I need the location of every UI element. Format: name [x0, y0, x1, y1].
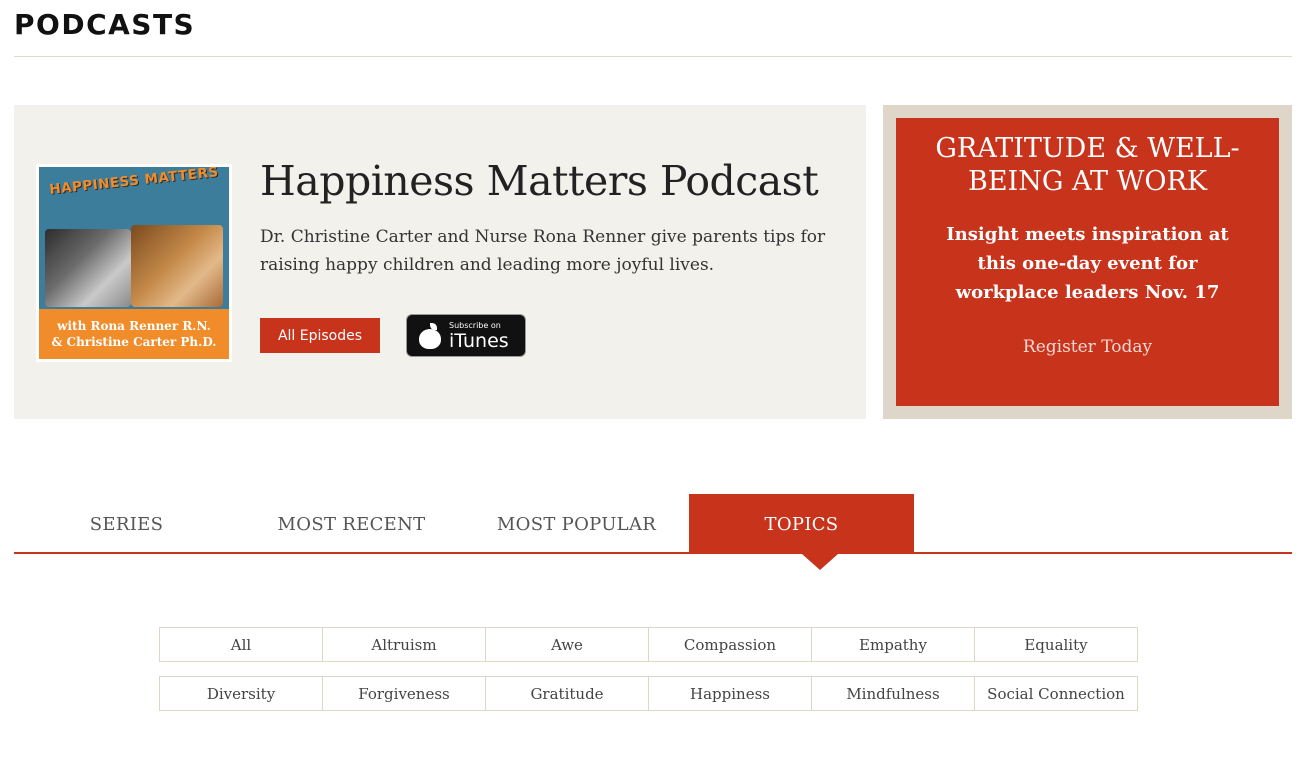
topic-row: Diversity Forgiveness Gratitude Happines…: [159, 676, 1143, 711]
topic-equality[interactable]: Equality: [974, 627, 1138, 662]
cover-credit-line-1: with Rona Renner R.N.: [57, 319, 211, 333]
topic-social-connection[interactable]: Social Connection: [974, 676, 1138, 711]
cover-credit-line-2: & Christine Carter Ph.D.: [51, 335, 217, 349]
topic-row: All Altruism Awe Compassion Empathy Equa…: [159, 627, 1143, 662]
podcast-card: HAPPINESS MATTERS with Rona Renner R.N. …: [14, 105, 866, 419]
podcast-tabs: SERIES MOST RECENT MOST POPULAR TOPICS: [14, 494, 1292, 570]
event-promo-panel: GRATITUDE & WELL-BEING AT WORK Insight m…: [896, 118, 1279, 406]
tab-most-popular[interactable]: MOST POPULAR: [464, 494, 689, 554]
cover-photo-host-1: [45, 229, 131, 307]
cover-photo-host-2: [131, 225, 223, 307]
all-episodes-button[interactable]: All Episodes: [260, 318, 380, 353]
tab-topics[interactable]: TOPICS: [689, 494, 914, 554]
topic-grid: All Altruism Awe Compassion Empathy Equa…: [159, 627, 1143, 725]
itunes-subscribe-button[interactable]: Subscribe on iTunes: [406, 314, 526, 357]
topic-happiness[interactable]: Happiness: [648, 676, 812, 711]
page-title: PODCASTS: [14, 8, 196, 41]
apple-icon: [419, 322, 441, 349]
cover-credits: with Rona Renner R.N. & Christine Carter…: [39, 309, 229, 359]
topic-gratitude[interactable]: Gratitude: [485, 676, 649, 711]
event-promo[interactable]: GRATITUDE & WELL-BEING AT WORK Insight m…: [883, 105, 1292, 419]
tab-most-recent[interactable]: MOST RECENT: [239, 494, 464, 554]
topic-altruism[interactable]: Altruism: [322, 627, 486, 662]
topic-all[interactable]: All: [159, 627, 323, 662]
topic-forgiveness[interactable]: Forgiveness: [322, 676, 486, 711]
podcast-title[interactable]: Happiness Matters Podcast: [260, 157, 819, 205]
cover-title: HAPPINESS MATTERS: [48, 167, 220, 198]
topic-diversity[interactable]: Diversity: [159, 676, 323, 711]
itunes-small-label: Subscribe on: [449, 320, 501, 330]
topic-compassion[interactable]: Compassion: [648, 627, 812, 662]
tab-series[interactable]: SERIES: [14, 494, 239, 554]
itunes-text: Subscribe on iTunes: [449, 321, 509, 351]
event-title: GRATITUDE & WELL-BEING AT WORK: [935, 133, 1240, 197]
topic-empathy[interactable]: Empathy: [811, 627, 975, 662]
podcast-cover-image[interactable]: HAPPINESS MATTERS with Rona Renner R.N. …: [36, 164, 232, 362]
heading-divider: [14, 56, 1292, 57]
event-subtitle: Insight meets inspiration at this one-da…: [946, 224, 1229, 303]
itunes-big-label: iTunes: [449, 329, 509, 352]
cover-artwork: HAPPINESS MATTERS with Rona Renner R.N. …: [39, 167, 229, 359]
topic-awe[interactable]: Awe: [485, 627, 649, 662]
topic-mindfulness[interactable]: Mindfulness: [811, 676, 975, 711]
active-tab-indicator: [802, 554, 838, 570]
register-today-link[interactable]: Register Today: [1023, 337, 1152, 357]
podcast-description: Dr. Christine Carter and Nurse Rona Renn…: [260, 227, 826, 275]
